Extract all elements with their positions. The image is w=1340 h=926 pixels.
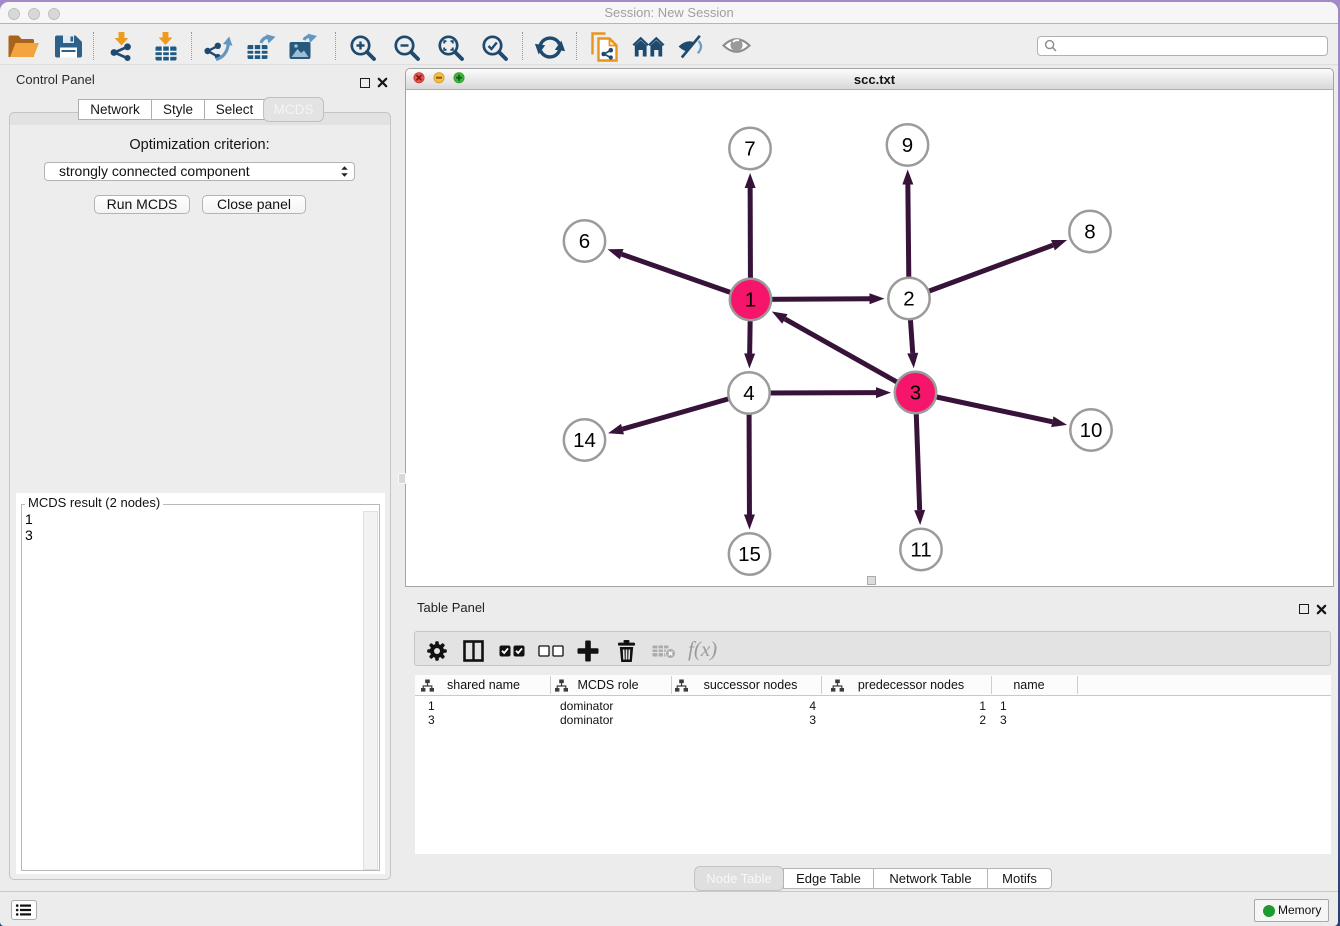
svg-text:6: 6 bbox=[579, 230, 590, 253]
svg-text:11: 11 bbox=[910, 539, 931, 562]
svg-text:2: 2 bbox=[903, 288, 914, 311]
svg-text:15: 15 bbox=[738, 543, 761, 566]
svg-text:3: 3 bbox=[910, 382, 921, 405]
svg-text:4: 4 bbox=[743, 382, 754, 405]
svg-text:1: 1 bbox=[745, 289, 756, 312]
svg-text:9: 9 bbox=[902, 134, 913, 157]
svg-text:7: 7 bbox=[744, 138, 755, 161]
svg-text:10: 10 bbox=[1080, 419, 1103, 442]
svg-text:14: 14 bbox=[573, 429, 596, 452]
svg-text:8: 8 bbox=[1084, 221, 1095, 244]
